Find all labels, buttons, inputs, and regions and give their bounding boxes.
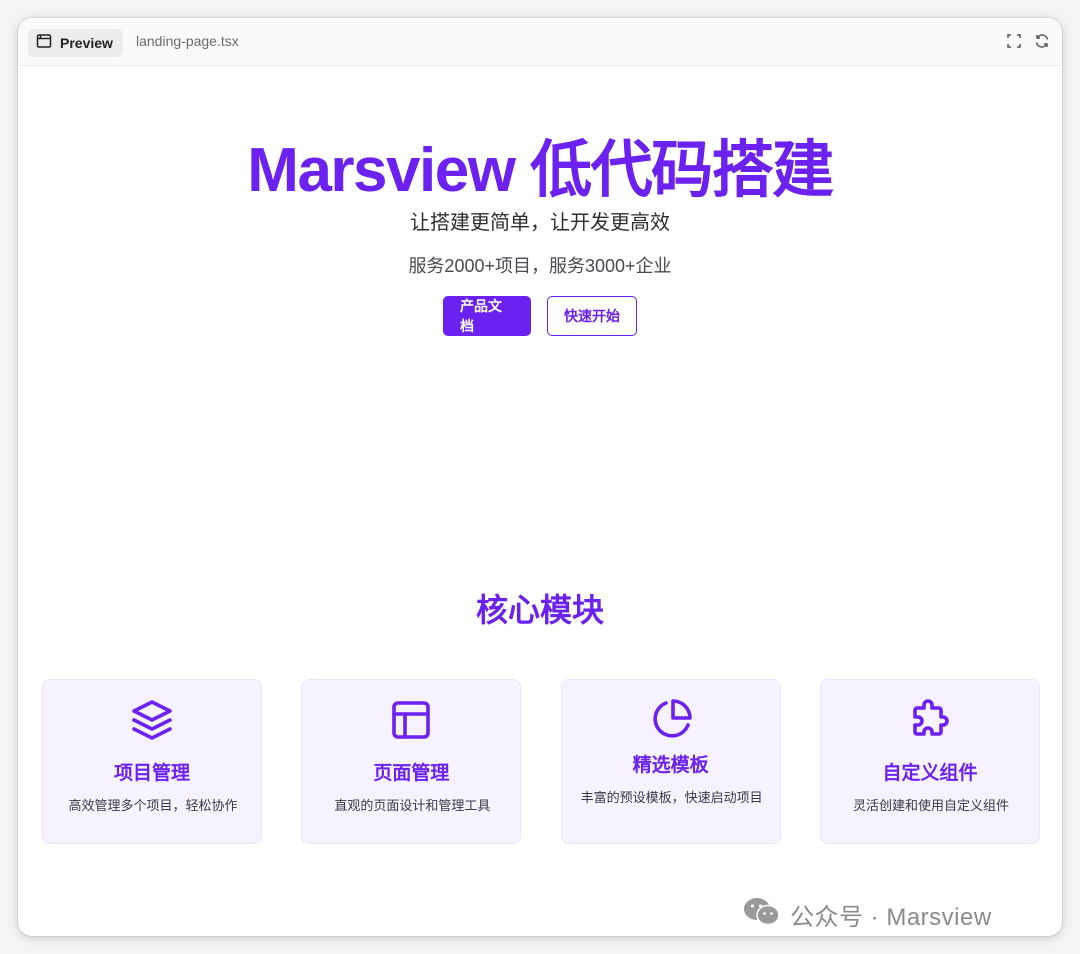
wechat-icon (742, 896, 782, 933)
refresh-icon[interactable] (1034, 33, 1050, 49)
card-description: 高效管理多个项目，轻松协作 (68, 798, 238, 813)
card-title: 精选模板 (632, 755, 709, 776)
layout-icon (387, 696, 435, 749)
layers-icon (128, 696, 176, 749)
hero-stats: 服务2000+项目，服务3000+企业 (408, 256, 672, 276)
module-card-templates[interactable]: 精选模板 丰富的预设模板，快速启动项目 (560, 679, 781, 844)
module-card-projects[interactable]: 项目管理 高效管理多个项目，轻松协作 (42, 679, 262, 844)
fullscreen-icon[interactable] (1006, 33, 1022, 49)
module-card-pages[interactable]: 页面管理 直观的页面设计和管理工具 (301, 679, 522, 844)
watermark: 公众号 · Marsview (742, 896, 992, 933)
card-title: 自定义组件 (882, 763, 978, 784)
docs-button[interactable]: 产品文档 (443, 296, 531, 336)
browser-window-icon (36, 33, 52, 54)
puzzle-icon (906, 696, 954, 749)
preview-window: Preview landing-page.tsx Marsview 低代码搭建 … (18, 18, 1062, 936)
watermark-text: 公众号 · Marsview (790, 904, 992, 931)
pie-chart-icon (647, 696, 695, 749)
card-title: 页面管理 (373, 763, 450, 784)
preview-tab[interactable]: Preview (28, 29, 123, 57)
module-cards: 项目管理 高效管理多个项目，轻松协作 页面管理 直观的页面设计和管理工具 精选模… (42, 679, 1040, 844)
quick-start-button[interactable]: 快速开始 (547, 296, 637, 336)
preview-toolbar: Preview landing-page.tsx (18, 18, 1062, 66)
page: Preview landing-page.tsx Marsview 低代码搭建 … (0, 0, 1080, 954)
file-tab[interactable]: landing-page.tsx (136, 33, 239, 49)
modules-title: 核心模块 (475, 592, 604, 628)
hero-subtitle: 让搭建更简单，让开发更高效 (410, 212, 670, 234)
card-description: 丰富的预设模板，快速启动项目 (580, 790, 763, 805)
hero-buttons: 产品文档 快速开始 (18, 296, 1062, 336)
card-description: 灵活创建和使用自定义组件 (852, 798, 1009, 813)
hero-title: Marsview 低代码搭建 (247, 136, 834, 205)
toolbar-actions (1006, 33, 1050, 49)
preview-tab-label: Preview (60, 35, 113, 51)
card-title: 项目管理 (113, 763, 190, 784)
module-card-components[interactable]: 自定义组件 灵活创建和使用自定义组件 (819, 679, 1040, 844)
card-description: 直观的页面设计和管理工具 (334, 798, 491, 813)
